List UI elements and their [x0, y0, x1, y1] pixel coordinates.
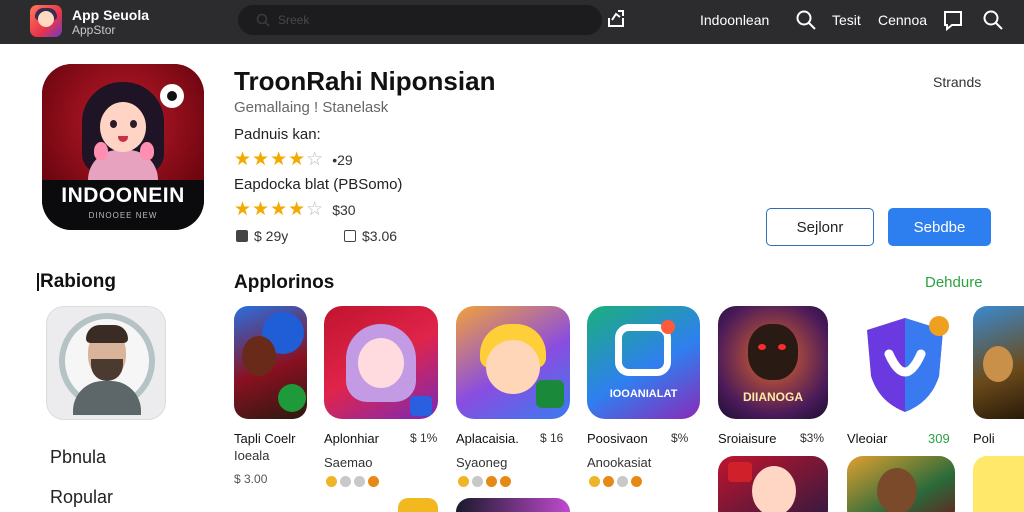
tile-rating [589, 476, 642, 487]
brand-title: App Seuola [72, 7, 150, 23]
tile-price: $3% [800, 431, 825, 445]
character-ear [140, 142, 154, 160]
avatar[interactable] [46, 306, 166, 420]
tile-character-face [358, 338, 404, 388]
logo-face [38, 11, 54, 27]
app-tile[interactable] [456, 498, 570, 512]
rating-label-2: Eapdocka blat (PBSomo) [234, 176, 403, 193]
app-tile[interactable] [973, 456, 1024, 512]
tile-name[interactable]: Vleoiar [847, 431, 887, 446]
shield-icon [867, 316, 949, 412]
app-tile[interactable] [973, 306, 1024, 419]
tile-sub: Syaoneg [456, 455, 508, 470]
tile-character [983, 346, 1013, 382]
sidebar-item-ropular[interactable]: Ropular [50, 487, 113, 508]
app-subtitle[interactable]: Gemallaing ! Stanelask [234, 99, 388, 116]
tile-character [877, 468, 917, 512]
meta-price-value: $ 29y [254, 228, 289, 244]
size-icon [344, 230, 356, 242]
tile-badge-icon [728, 462, 752, 482]
chat-bubble-icon [160, 84, 184, 108]
app-tile[interactable] [398, 498, 438, 512]
tile-badge-icon [410, 396, 432, 416]
tile-icon-text: DIIANOGA [743, 390, 803, 404]
tile-name[interactable]: Aplonhiar [324, 431, 379, 446]
rating-label-1: Padnuis kan: [234, 126, 321, 143]
app-tile[interactable] [456, 306, 570, 419]
app-tile[interactable] [324, 306, 438, 419]
tile-character-eye [758, 344, 766, 350]
app-tile[interactable]: IOOANIALAT [587, 306, 700, 419]
strands-link[interactable]: Strands [933, 74, 981, 90]
see-more-link[interactable]: Dehdure [925, 274, 983, 291]
featured-app-icon[interactable]: INDOONEIN DINOOEE NEW [42, 64, 204, 230]
tile-small: $ 3.00 [234, 472, 268, 486]
tile-character-face [486, 340, 540, 394]
star-icon: ★★★★☆ [234, 199, 325, 220]
app-tile[interactable] [847, 456, 955, 512]
tile-character [242, 336, 276, 376]
tile-name[interactable]: Tapli Coelr [234, 431, 295, 446]
apps-heading: Applorinos [234, 272, 335, 293]
tile-sub: Ioeala [234, 448, 270, 463]
app-store-logo-icon[interactable] [30, 5, 62, 37]
tile-price: $ 16 [540, 431, 564, 445]
search-placeholder: Sreek [278, 13, 310, 27]
avatar-hair [86, 325, 128, 343]
tile-character-face [748, 324, 798, 380]
rating-row-2: ★★★★☆ $30 [234, 198, 356, 221]
meta-size: $3.06 [344, 228, 397, 244]
tile-price: $% [671, 431, 689, 445]
sidebar-item-pbnula[interactable]: Pbnula [50, 447, 106, 468]
tile-notification-dot [661, 320, 675, 334]
nav-link-indoonlean[interactable]: Indoonlean [700, 12, 769, 28]
app-tile[interactable] [234, 306, 307, 419]
meta-size-value: $3.06 [362, 228, 398, 244]
tile-rating [458, 476, 511, 487]
search-icon[interactable] [982, 9, 1004, 31]
primary-button[interactable]: Sebdbe [888, 208, 991, 246]
tile-sub: Saemao [324, 455, 373, 470]
tile-name[interactable]: Poli [973, 431, 995, 446]
search-icon[interactable] [795, 9, 817, 31]
tile-name[interactable]: Sroiaisure [718, 431, 777, 446]
tile-name[interactable]: Aplacaisia. [456, 431, 519, 446]
app-tile[interactable] [718, 456, 828, 512]
rating-value-1: •29 [332, 151, 353, 168]
character-face [100, 102, 146, 152]
app-tile[interactable]: DIIANOGA [718, 306, 828, 419]
share-icon[interactable] [605, 8, 627, 30]
character-eye [130, 120, 137, 128]
nav-link-tesit[interactable]: Tesit [832, 12, 861, 28]
tile-name[interactable]: Poosivaon [587, 431, 648, 446]
tile-icon-text: IOOANIALAT [609, 388, 678, 400]
brand-subtitle: AppStor [72, 23, 116, 37]
rating-value-2: $30 [332, 201, 356, 218]
download-icon [236, 230, 248, 242]
meta-price: $ 29y [236, 228, 288, 244]
nav-link-cennoa[interactable]: Cennoa [878, 12, 927, 28]
tile-character-eye [778, 344, 786, 350]
top-bar: App Seuola AppStor Sreek Indoonlean Tesi… [0, 0, 1024, 44]
search-input[interactable]: Sreek [238, 5, 602, 35]
sidebar-heading: Rabiong [37, 271, 116, 292]
icon-tagline: DINOOEE NEW [88, 211, 158, 220]
star-icon: ★★★★☆ [234, 149, 325, 170]
tile-price: $ 1% [410, 431, 438, 445]
icon-wordmark: INDOONEIN [61, 184, 185, 207]
tile-rating [326, 476, 379, 487]
character-ear [94, 142, 108, 160]
search-icon [256, 13, 270, 27]
chat-icon[interactable] [942, 9, 964, 31]
tile-badge-icon [536, 380, 564, 408]
tile-sub: Anookasiat [587, 455, 652, 470]
app-tile[interactable] [855, 306, 955, 419]
rating-row-1: ★★★★☆ •29 [234, 148, 353, 171]
tile-character-face [752, 466, 796, 512]
play-icon [278, 384, 306, 412]
secondary-button[interactable]: Sejlonr [766, 208, 874, 246]
character-eye [110, 120, 117, 128]
app-title: TroonRahi Niponsian [234, 66, 496, 96]
tile-price: 309 [928, 431, 950, 446]
